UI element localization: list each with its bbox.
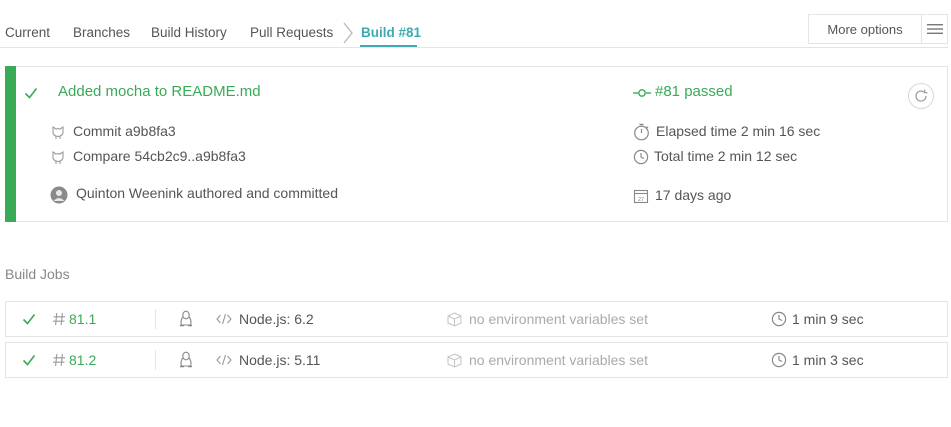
job-env: no environment variables set <box>469 352 648 368</box>
job-number-link[interactable]: 81.1 <box>69 302 96 336</box>
job-row[interactable]: 81.1 Node.js: 6.2 no environment variabl… <box>5 301 948 337</box>
chevron-right-icon <box>343 22 353 44</box>
clock-icon <box>771 302 787 336</box>
commit-message-link[interactable]: Added mocha to README.md <box>58 83 261 100</box>
tab-branches[interactable]: Branches <box>73 25 130 40</box>
build-tabs: Current Branches Build History Pull Requ… <box>0 14 951 49</box>
job-duration: 1 min 3 sec <box>792 352 864 368</box>
more-options-button[interactable]: More options <box>809 15 921 43</box>
job-number-link[interactable]: 81.2 <box>69 343 96 377</box>
job-duration: 1 min 9 sec <box>792 311 864 327</box>
tab-pull-requests[interactable]: Pull Requests <box>250 25 333 40</box>
commit-link[interactable]: Commit a9b8fa3 <box>73 123 176 139</box>
job-env: no environment variables set <box>469 311 648 327</box>
clock-icon <box>771 343 787 377</box>
check-icon <box>22 343 36 377</box>
tab-build-81[interactable]: Build #81 <box>361 25 421 40</box>
calendar-icon: 27 <box>633 188 649 204</box>
restart-build-button[interactable] <box>908 83 934 109</box>
job-divider <box>155 350 156 370</box>
menu-icon[interactable] <box>921 15 947 43</box>
code-icon <box>216 302 232 336</box>
code-icon <box>216 343 232 377</box>
more-options-menu: More options <box>808 14 948 44</box>
github-icon <box>50 149 66 165</box>
linux-icon <box>178 343 194 377</box>
tabs-divider <box>0 47 948 48</box>
author-text: Quinton Weenink authored and committed <box>76 185 339 201</box>
linux-icon <box>178 302 194 336</box>
tab-build-history[interactable]: Build History <box>151 25 227 40</box>
box-icon <box>447 343 462 377</box>
status-stripe <box>5 66 16 222</box>
hash-icon <box>52 343 66 377</box>
box-icon <box>447 302 462 336</box>
avatar <box>50 186 68 204</box>
compare-link[interactable]: Compare 54cb2c9..a9b8fa3 <box>73 148 246 164</box>
tab-current[interactable]: Current <box>5 25 50 40</box>
clock-icon <box>633 149 649 165</box>
stopwatch-icon <box>633 123 650 141</box>
build-jobs-title: Build Jobs <box>5 266 70 282</box>
commit-icon <box>633 87 651 99</box>
check-icon <box>22 302 36 336</box>
github-icon <box>50 124 66 140</box>
total-time: Total time 2 min 12 sec <box>654 148 798 164</box>
calendar-day: 27 <box>638 197 644 203</box>
check-icon <box>24 86 38 100</box>
job-row[interactable]: 81.2 Node.js: 5.11 no environment variab… <box>5 342 948 378</box>
job-divider <box>155 309 156 329</box>
build-status: #81 passed <box>655 83 733 100</box>
elapsed-time: Elapsed time 2 min 16 sec <box>656 123 821 139</box>
refresh-icon <box>915 89 928 102</box>
job-language: Node.js: 6.2 <box>239 311 314 327</box>
build-summary-card: Added mocha to README.md Commit a9b8fa3 … <box>5 66 948 222</box>
finished-time: 17 days ago <box>655 187 732 203</box>
hash-icon <box>52 302 66 336</box>
job-language: Node.js: 5.11 <box>239 352 321 368</box>
